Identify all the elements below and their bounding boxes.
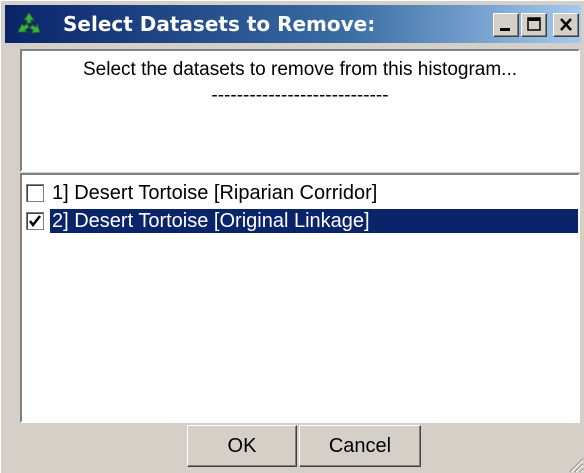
recycle-icon: [17, 12, 41, 34]
dataset-label-1: 1] Desert Tortoise [Riparian Corridor]: [52, 182, 378, 204]
dialog-window: Select Datasets to Remove: Select the da…: [0, 0, 584, 473]
minimize-icon: [500, 28, 510, 31]
title-bar[interactable]: Select Datasets to Remove:: [5, 5, 581, 43]
dataset-label-2: 2] Desert Tortoise [Original Linkage]: [50, 209, 578, 233]
instruction-panel: Select the datasets to remove from this …: [20, 49, 580, 172]
close-button[interactable]: [553, 13, 579, 37]
dataset-checkbox-1[interactable]: [26, 184, 44, 202]
ok-button[interactable]: OK: [187, 425, 297, 467]
cancel-button[interactable]: Cancel: [299, 425, 421, 467]
dataset-list[interactable]: 1] Desert Tortoise [Riparian Corridor] 2…: [20, 173, 580, 423]
dataset-checkbox-2[interactable]: [26, 212, 44, 230]
checkmark-icon: [29, 215, 41, 228]
dataset-item-1[interactable]: 1] Desert Tortoise [Riparian Corridor]: [24, 179, 578, 207]
instruction-text: Select the datasets to remove from this …: [82, 59, 518, 80]
resize-grip-icon[interactable]: [566, 455, 584, 473]
instruction-divider: ----------------------------: [211, 85, 389, 106]
window-title: Select Datasets to Remove:: [63, 12, 376, 36]
dataset-item-2[interactable]: 2] Desert Tortoise [Original Linkage]: [24, 207, 578, 235]
maximize-icon: [527, 17, 541, 31]
minimize-button[interactable]: [493, 13, 519, 37]
maximize-button[interactable]: [521, 13, 547, 37]
close-icon: [560, 18, 572, 31]
